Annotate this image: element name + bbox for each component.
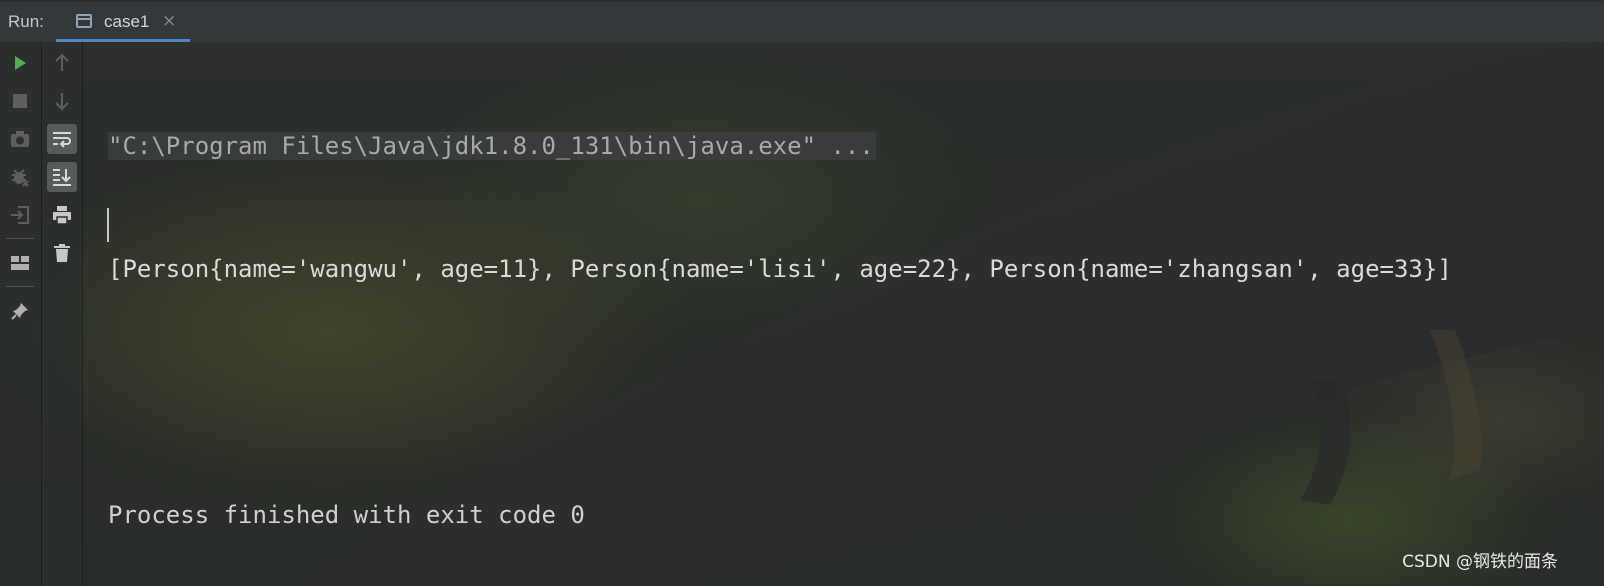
down-arrow-icon	[55, 93, 69, 111]
command-text[interactable]: "C:\Program Files\Java\jdk1.8.0_131\bin\…	[108, 132, 876, 160]
tab-case1[interactable]: case1 ×	[56, 2, 190, 42]
rerun-button[interactable]	[5, 48, 35, 78]
soft-wrap-icon	[53, 132, 71, 148]
layout-button[interactable]	[5, 248, 35, 278]
scroll-to-end-icon	[53, 169, 71, 186]
text-caret	[107, 208, 109, 242]
exit-status-line: Process finished with exit code 0	[108, 501, 585, 529]
up-arrow-icon	[55, 53, 69, 71]
debug-button[interactable]	[5, 162, 35, 192]
toolbar-separator	[6, 238, 34, 239]
run-toolbar-right	[42, 42, 83, 586]
trash-icon	[54, 244, 70, 262]
dump-threads-button[interactable]	[5, 124, 35, 154]
command-line: "C:\Program Files\Java\jdk1.8.0_131\bin\…	[108, 126, 1588, 167]
run-label: Run:	[8, 12, 44, 31]
rerun-icon	[15, 56, 26, 70]
print-button[interactable]	[47, 200, 77, 230]
pin-icon	[11, 303, 28, 320]
run-toolbar-left	[0, 42, 42, 586]
console-output[interactable]: "C:\Program Files\Java\jdk1.8.0_131\bin\…	[108, 44, 1588, 577]
toolbar-separator	[6, 286, 34, 287]
program-output: [Person{name='wangwu', age=11}, Person{n…	[108, 255, 1452, 283]
tab-title: case1	[104, 12, 150, 31]
stop-button[interactable]	[5, 86, 35, 116]
down-stack-frame-button[interactable]	[47, 86, 77, 116]
close-icon[interactable]: ×	[162, 11, 176, 31]
pin-button[interactable]	[5, 296, 35, 326]
debug-icon	[12, 169, 29, 187]
run-tool-window-header: Run: case1 ×	[0, 0, 1604, 42]
exit-button[interactable]	[5, 200, 35, 230]
soft-wrap-button[interactable]	[47, 124, 77, 154]
exit-icon	[11, 206, 29, 224]
stop-icon	[13, 94, 27, 108]
clear-all-button[interactable]	[47, 238, 77, 268]
watermark: CSDN @钢铁的面条	[1402, 552, 1558, 572]
camera-icon	[11, 131, 29, 147]
layout-icon	[11, 256, 29, 270]
scroll-to-end-button[interactable]	[47, 162, 77, 192]
console-window-icon	[76, 14, 92, 28]
print-icon	[53, 206, 71, 225]
up-stack-frame-button[interactable]	[47, 48, 77, 78]
